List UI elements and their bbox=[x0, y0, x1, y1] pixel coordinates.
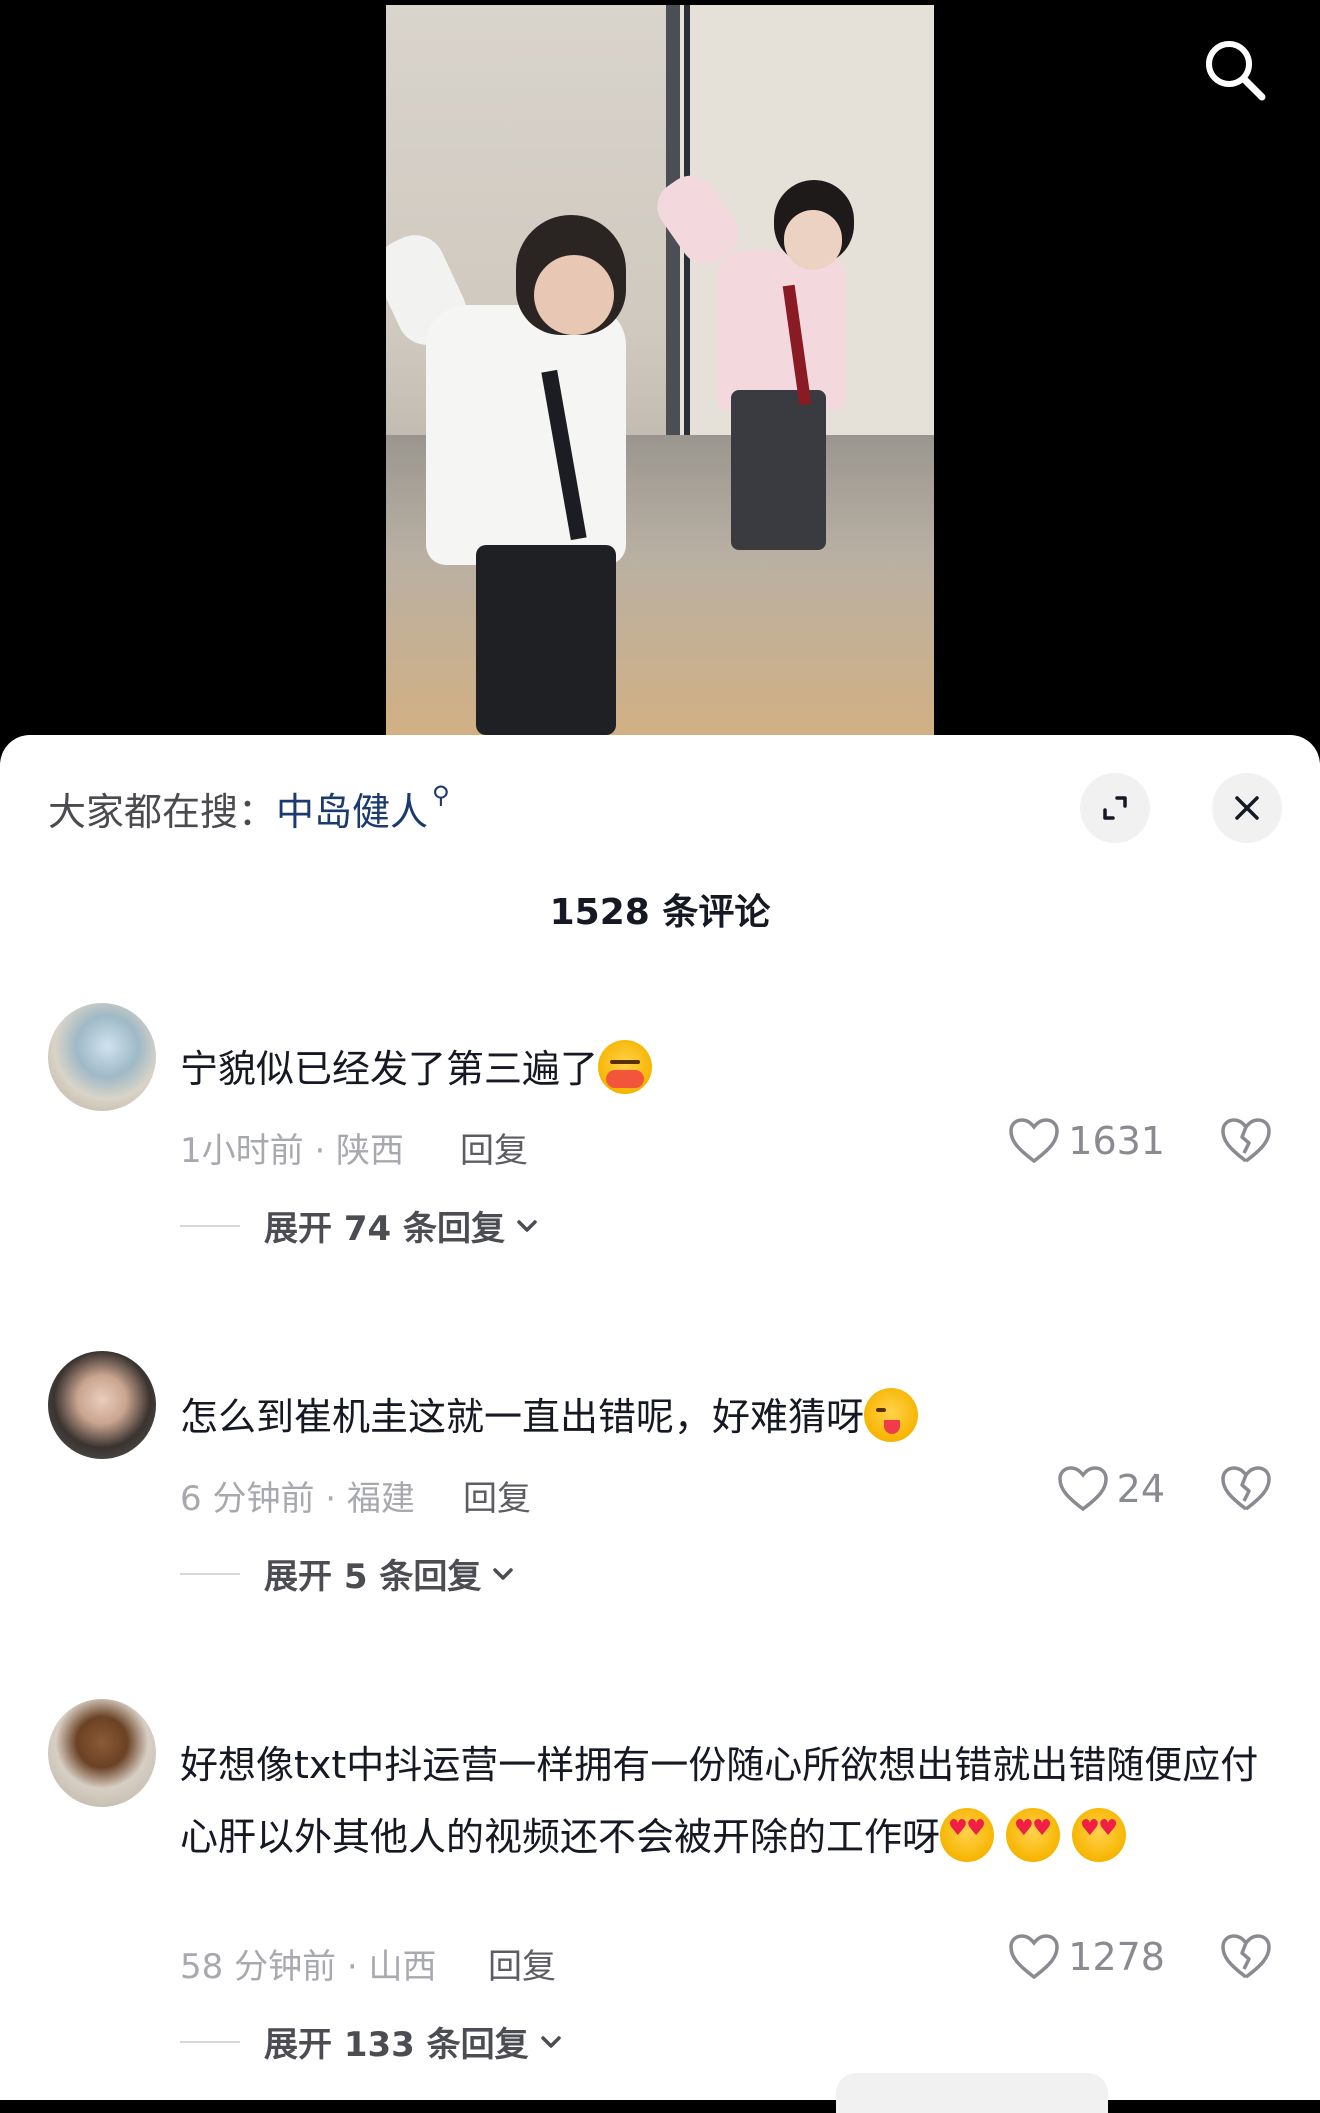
heart-icon bbox=[1009, 1934, 1060, 1980]
expand-divider-line bbox=[180, 1572, 240, 1575]
expand-replies-label: 展开 5 条回复 bbox=[264, 1557, 482, 1597]
like-count: 1631 bbox=[1068, 1119, 1165, 1163]
wink-tongue-emoji bbox=[864, 1388, 919, 1442]
avatar[interactable] bbox=[48, 1003, 156, 1111]
broken-heart-icon bbox=[1221, 1934, 1271, 1979]
expand-replies-label: 展开 74 条回复 bbox=[264, 1209, 505, 1249]
heart-eyes-emoji bbox=[1072, 1808, 1127, 1862]
hot-search-small-search-icon: ⚲ bbox=[432, 781, 450, 809]
hot-search-term[interactable]: 中岛健人 bbox=[276, 790, 428, 834]
dislike-button[interactable] bbox=[1218, 1929, 1274, 1985]
comment-item: 宁貌似已经发了第三遍了 1小时前 · 陕西 回复 1631 展开 74 条回复 bbox=[0, 1003, 1320, 1303]
dancer-left-shirt bbox=[426, 305, 626, 565]
like-count: 24 bbox=[1116, 1467, 1165, 1511]
comment-input-handle[interactable] bbox=[836, 2073, 1108, 2113]
like-button[interactable]: 1631 bbox=[1005, 1113, 1165, 1169]
video-player[interactable] bbox=[0, 0, 1320, 760]
chevron-down-icon bbox=[517, 1219, 537, 1232]
heart-icon bbox=[1057, 1466, 1108, 1512]
reply-button[interactable]: 回复 bbox=[488, 1939, 556, 1988]
like-button[interactable]: 24 bbox=[1005, 1461, 1165, 1517]
expand-replies-label: 展开 133 条回复 bbox=[264, 2025, 529, 2065]
expand-replies-button[interactable]: 展开 5 条回复 bbox=[180, 1549, 517, 1598]
broken-heart-icon bbox=[1221, 1466, 1271, 1511]
broken-heart-icon bbox=[1221, 1118, 1271, 1163]
dancer-left-face bbox=[534, 255, 614, 335]
comment-text: 怎么到崔机圭这就一直出错呢，好难猜呀 bbox=[180, 1381, 1260, 1453]
dancer-left-pants bbox=[476, 545, 616, 735]
close-icon bbox=[1235, 796, 1259, 820]
expand-panel-button[interactable] bbox=[1080, 773, 1150, 843]
dislike-button[interactable] bbox=[1218, 1461, 1274, 1517]
kiss-emoji bbox=[598, 1040, 653, 1094]
comments-panel: 大家都在搜：中岛健人 ⚲ 1528 条评论 宁貌似已经发了第三遍了 1小时前 · … bbox=[0, 735, 1320, 2113]
like-count: 1278 bbox=[1068, 1935, 1165, 1979]
comment-text-content: 怎么到崔机圭这就一直出错呢，好难猜呀 bbox=[180, 1395, 865, 1439]
avatar[interactable] bbox=[48, 1699, 156, 1807]
expand-divider-line bbox=[180, 2040, 240, 2043]
chevron-down-icon bbox=[540, 2035, 561, 2048]
expand-replies-button[interactable]: 展开 133 条回复 bbox=[180, 2017, 565, 2066]
dislike-button[interactable] bbox=[1218, 1113, 1274, 1169]
hot-search-banner[interactable]: 大家都在搜：中岛健人 ⚲ bbox=[48, 781, 450, 836]
expand-icon bbox=[1103, 796, 1127, 820]
reply-button[interactable]: 回复 bbox=[460, 1123, 528, 1172]
reply-button[interactable]: 回复 bbox=[463, 1471, 531, 1520]
video-frame[interactable] bbox=[386, 5, 934, 737]
expand-replies-button[interactable]: 展开 74 条回复 bbox=[180, 1201, 541, 1250]
hot-search-label: 大家都在搜： bbox=[48, 790, 277, 834]
comment-meta: 6 分钟前 · 福建 bbox=[180, 1479, 415, 1519]
expand-divider-line bbox=[180, 1224, 240, 1227]
heart-icon bbox=[1009, 1118, 1060, 1164]
chevron-down-icon bbox=[493, 1567, 514, 1580]
close-panel-button[interactable] bbox=[1212, 773, 1282, 843]
comment-meta: 58 分钟前 · 山西 bbox=[180, 1947, 437, 1987]
comment-text: 好想像txt中抖运营一样拥有一份随心所欲想出错就出错随便应付心肝以外其他人的视频… bbox=[180, 1729, 1260, 1873]
heart-eyes-emoji bbox=[940, 1808, 995, 1862]
comment-item: 好想像txt中抖运营一样拥有一份随心所欲想出错就出错随便应付心肝以外其他人的视频… bbox=[0, 1699, 1320, 2099]
dancer-right-face bbox=[784, 210, 842, 270]
comment-text-content: 宁貌似已经发了第三遍了 bbox=[180, 1047, 599, 1091]
search-icon bbox=[1206, 41, 1266, 101]
search-button[interactable] bbox=[1200, 35, 1270, 105]
avatar[interactable] bbox=[48, 1351, 156, 1459]
comment-meta: 1小时前 · 陕西 bbox=[180, 1131, 405, 1171]
comment-text: 宁貌似已经发了第三遍了 bbox=[180, 1033, 1260, 1105]
heart-eyes-emoji bbox=[1006, 1808, 1061, 1862]
comment-count-title: 1528 条评论 bbox=[549, 892, 771, 933]
dancer-right-pants bbox=[731, 390, 826, 550]
dancer-right-shirt bbox=[716, 250, 846, 410]
comment-item: 怎么到崔机圭这就一直出错呢，好难猜呀 6 分钟前 · 福建 回复 24 展开 5… bbox=[0, 1351, 1320, 1651]
like-button[interactable]: 1278 bbox=[1005, 1929, 1165, 1985]
